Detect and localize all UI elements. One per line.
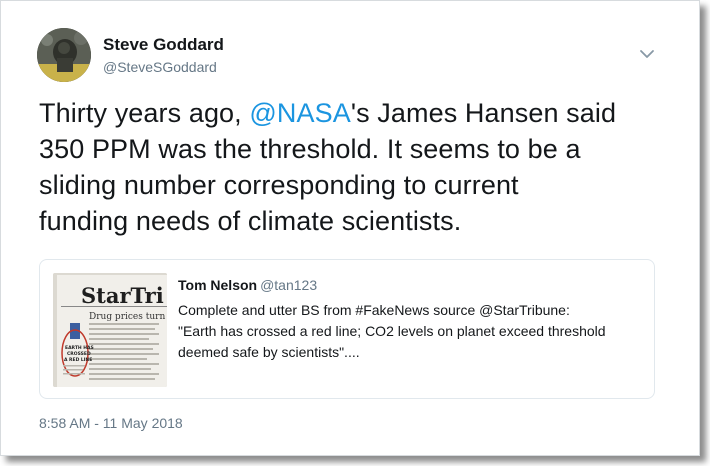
circled-headline-line: A RED LINE bbox=[64, 357, 92, 363]
author-handle[interactable]: @SteveSGoddard bbox=[103, 59, 217, 75]
tweet-text-line: Thirty years ago, @NASA's James Hansen s… bbox=[39, 95, 679, 131]
quoted-tweet[interactable]: StarTri Drug prices turn EARTH HAS CROSS… bbox=[39, 259, 655, 399]
tweet-card: Steve Goddard @SteveSGoddard Thirty year… bbox=[0, 0, 700, 456]
profile-photo-icon bbox=[37, 28, 91, 82]
tweet-timestamp[interactable]: 8:58 AM - 11 May 2018 bbox=[39, 415, 183, 431]
avatar[interactable] bbox=[37, 28, 91, 82]
quoted-text-line: Complete and utter BS from #FakeNews sou… bbox=[178, 302, 570, 318]
circled-headline-line: CROSSED bbox=[67, 351, 91, 357]
circled-headline-line: EARTH HAS bbox=[65, 345, 94, 351]
tweet-text-segment: Thirty years ago, bbox=[39, 98, 250, 128]
mention-link-nasa[interactable]: @NASA bbox=[249, 98, 350, 128]
quoted-author-handle: @tan123 bbox=[260, 277, 318, 293]
author-name[interactable]: Steve Goddard bbox=[103, 35, 224, 55]
quoted-author-name: Tom Nelson bbox=[178, 277, 258, 293]
quoted-tweet-text: Complete and utter BS from #FakeNews sou… bbox=[178, 300, 648, 363]
newspaper-headline: Drug prices turn bbox=[89, 312, 165, 322]
quoted-tweet-header: Tom Nelson @tan123 bbox=[178, 277, 317, 295]
newspaper-masthead: StarTri bbox=[81, 283, 164, 308]
quoted-text-line: deemed safe by scientists".... bbox=[178, 344, 360, 360]
tweet-text-line: funding needs of climate scientists. bbox=[39, 206, 462, 236]
quoted-tweet-image[interactable]: StarTri Drug prices turn EARTH HAS CROSS… bbox=[53, 273, 167, 387]
screenshot-page: Steve Goddard @SteveSGoddard Thirty year… bbox=[0, 0, 710, 466]
tweet-text: Thirty years ago, @NASA's James Hansen s… bbox=[39, 95, 679, 239]
tweet-text-segment: 's James Hansen said bbox=[350, 98, 617, 128]
tweet-text-line: sliding number corresponding to current bbox=[39, 170, 519, 200]
quoted-text-line: "Earth has crossed a red line; CO2 level… bbox=[178, 323, 606, 339]
tweet-text-line: 350 PPM was the threshold. It seems to b… bbox=[39, 134, 581, 164]
chevron-down-icon[interactable] bbox=[637, 44, 657, 64]
